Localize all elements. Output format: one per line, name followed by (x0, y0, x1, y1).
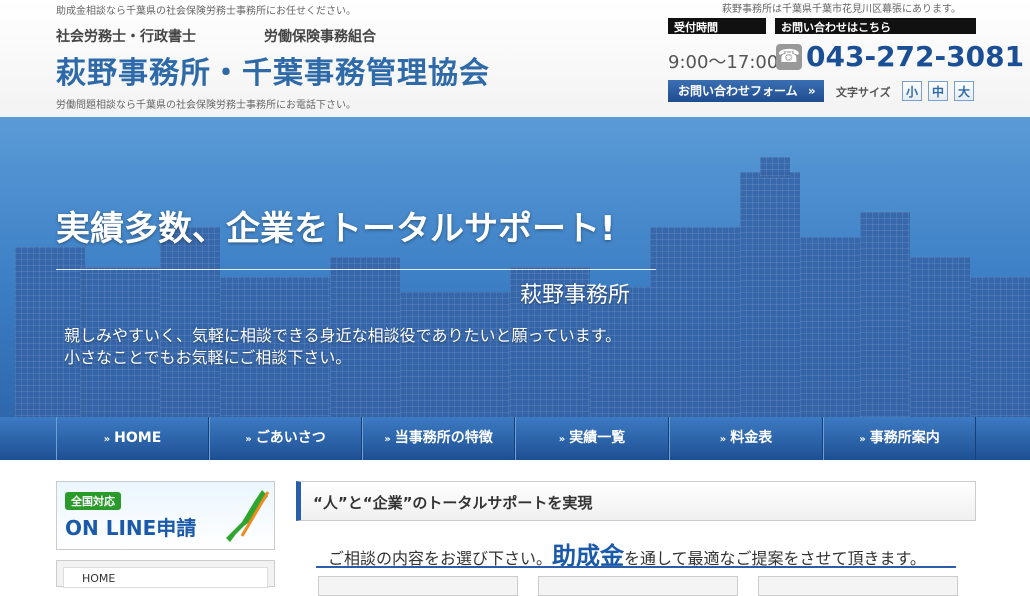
hero-title: 実績多数、企業をトータルサポート! (56, 209, 616, 249)
hero-message-line-1: 親しみやすいく、気軽に相談できる身近な相談役でありたいと願っています。 (64, 326, 622, 345)
header-tagline-bottom: 労働問題相談なら千葉県の社会保険労務士事務所にお電話下さい。 (56, 100, 356, 111)
nav-item-pricing[interactable]: » 料金表 (669, 417, 823, 460)
chevron-right-icon: » (558, 434, 566, 445)
category-left: 社会労務士・行政書士 (56, 29, 196, 45)
font-size-small-button[interactable]: 小 (902, 81, 922, 101)
address-note: 萩野事務所は千葉県千葉市花見川区幕張にあります。 (722, 4, 961, 15)
service-card[interactable] (318, 576, 518, 596)
chevron-right-icon: » (384, 434, 391, 445)
font-size-label: 文字サイズ (836, 86, 891, 99)
select-divider (316, 566, 956, 568)
sidebar-menu: HOME (56, 560, 275, 588)
hero-banner: 実績多数、企業をトータルサポート! 萩野事務所 親しみやすいく、気軽に相談できる… (0, 117, 1030, 417)
contact-form-label: お問い合わせフォーム (678, 84, 798, 98)
nav-item-office-info[interactable]: » 事務所案内 (823, 417, 976, 460)
font-size-medium-button[interactable]: 中 (928, 81, 948, 101)
hero-office-name: 萩野事務所 (520, 283, 631, 308)
nav-item-home[interactable]: » HOME (56, 417, 209, 460)
nav-item-label: HOME (114, 430, 162, 446)
site-logo[interactable]: 萩野事務所・千葉事務管理協会 (56, 48, 490, 92)
japan-map-icon (226, 490, 270, 542)
chevron-right-icon: » (245, 434, 252, 445)
contact-form-button[interactable]: お問い合わせフォーム » (668, 80, 824, 102)
service-card[interactable] (758, 576, 958, 596)
business-hours: 9:00〜17:00 (668, 52, 779, 73)
nav-item-greeting[interactable]: » ごあいさつ (209, 417, 362, 460)
service-card[interactable] (538, 576, 738, 596)
section-heading-text: “人”と“企業”のトータルサポートを実現 (313, 494, 593, 512)
phone-icon: ☎ (776, 44, 802, 70)
nav-item-results[interactable]: » 実績一覧 (515, 417, 669, 460)
font-size-large-button[interactable]: 大 (954, 81, 974, 101)
chevron-right-icon: » (859, 434, 866, 445)
chevron-right-icon: » (807, 84, 816, 98)
nav-item-features[interactable]: » 当事務所の特徴 (362, 417, 515, 460)
hours-label: 受付時間 (668, 18, 766, 34)
nav-item-label: ごあいさつ (255, 430, 326, 446)
nav-item-label: 実績一覧 (569, 430, 626, 446)
hero-divider (56, 269, 656, 270)
sidebar-item-label: HOME (82, 572, 116, 585)
online-badge: 全国対応 (65, 492, 121, 510)
category-right: 労働保険事務組合 (264, 29, 376, 45)
contact-label: お問い合わせはこちら (775, 18, 976, 34)
chevron-right-icon: » (103, 434, 111, 445)
header-tagline-top: 助成金相談なら千葉県の社会保険労務士事務所にお任せください。 (56, 6, 356, 17)
nav-item-label: 事務所案内 (869, 430, 940, 446)
phone-number[interactable]: 043-272-3081 (806, 40, 1024, 73)
online-banner-text: ON LINE申請 (65, 516, 197, 540)
site-header: 助成金相談なら千葉県の社会保険労務士事務所にお任せください。 萩野事務所は千葉県… (0, 0, 1030, 117)
nav-item-label: 当事務所の特徴 (394, 430, 493, 446)
hero-message-line-2: 小さなことでもお気軽にご相談下さい。 (64, 348, 352, 367)
global-navigation: » HOME » ごあいさつ » 当事務所の特徴 » 実績一覧 » 料金表 » 事務所案内 (0, 417, 1030, 460)
chevron-right-icon: » (719, 434, 727, 445)
sidebar-item-home[interactable]: HOME (63, 567, 268, 588)
section-heading: “人”と“企業”のトータルサポートを実現 (296, 481, 976, 521)
nav-item-label: 料金表 (730, 430, 773, 446)
online-application-banner[interactable]: 全国対応 ON LINE申請 (56, 481, 275, 550)
